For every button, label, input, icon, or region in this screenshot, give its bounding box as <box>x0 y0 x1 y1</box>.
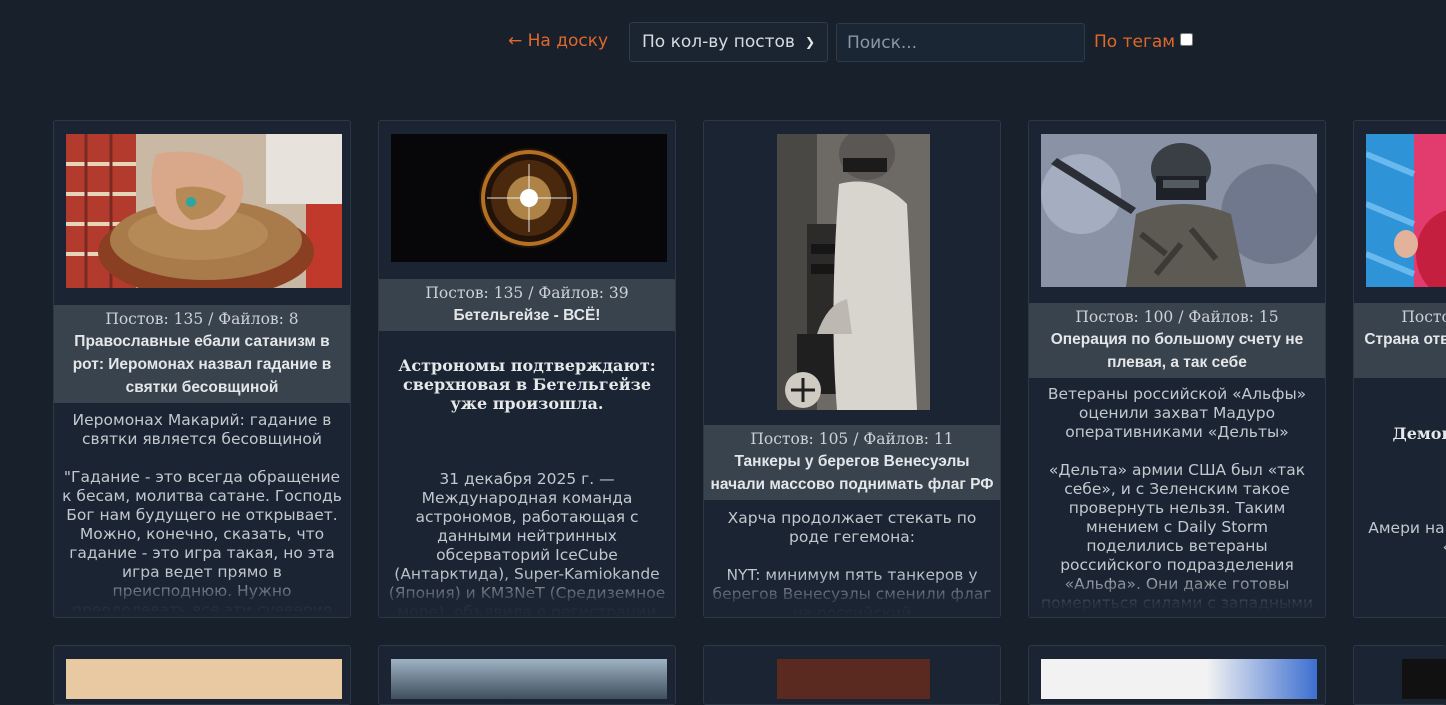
thread-meta: Постов: 135 / Файлов: 39 Бетельгейзе - В… <box>379 279 675 331</box>
news-anchor-image <box>1366 134 1446 287</box>
search-input[interactable] <box>836 23 1085 62</box>
thread-card[interactable] <box>703 645 1001 705</box>
tags-filter-label: По тегам <box>1094 32 1176 52</box>
thread-subject[interactable]: Операция по большому счету не плевая, а … <box>1029 328 1325 378</box>
thread-thumbnail[interactable] <box>1041 134 1317 287</box>
page-title-fragment: ▬ ▬▬ ▬ <box>760 0 1000 4</box>
thread-card[interactable]: Постов: 100 / Файлов: 15 Операция по бол… <box>1028 120 1326 618</box>
thread-thumbnail[interactable] <box>1402 659 1446 699</box>
thread-lead: Астрономы подтверждают: сверхновая в Бет… <box>398 356 656 413</box>
back-to-board-link[interactable]: ← На доску <box>508 31 608 51</box>
thread-card[interactable] <box>1028 645 1326 705</box>
thread-subject[interactable]: Православные ебали сатанизм в рот: Иером… <box>54 330 350 403</box>
thread-counts: Постов: 100 / Файлов: 15 <box>1075 308 1279 326</box>
thread-card[interactable]: Постов: 135 / Файлов: 8 Православные еба… <box>53 120 351 618</box>
text-fade-overlay <box>1029 573 1325 617</box>
sort-select-value: По кол-ву постов <box>642 32 795 52</box>
supernova-image <box>391 134 667 262</box>
text-fade-overlay <box>379 573 675 617</box>
thread-thumbnail[interactable] <box>66 659 342 699</box>
chevron-down-icon: ❯ <box>804 35 815 49</box>
thread-card[interactable] <box>53 645 351 705</box>
text-fade-overlay <box>704 573 1000 617</box>
thread-thumbnail[interactable] <box>1366 134 1446 287</box>
hand-grain-image <box>66 134 342 288</box>
thread-counts: Постов: 105 / Файлов: 11 <box>750 430 954 448</box>
soldier-image <box>1041 134 1317 287</box>
thread-thumbnail[interactable] <box>1041 659 1317 699</box>
thread-meta: Постов: 135 / Файлов: 8 Православные еба… <box>54 305 350 403</box>
thread-card[interactable]: Постов: 135 / Файлов: 39 Бетельгейзе - В… <box>378 120 676 618</box>
text-fade-overlay <box>1354 575 1446 617</box>
tanker-meme-image <box>777 134 930 410</box>
sort-select[interactable]: По кол-ву постов ❯ <box>629 22 828 62</box>
thread-thumbnail[interactable] <box>66 134 342 288</box>
thread-card[interactable]: Постов: 104 / Файлов: 12 Страна ответит … <box>1353 120 1446 618</box>
thread-card[interactable] <box>378 645 676 705</box>
thread-thumbnail[interactable] <box>391 134 667 262</box>
thread-subject[interactable]: Танкеры у берегов Венесуэлы начали массо… <box>704 450 1000 500</box>
thread-meta: Постов: 105 / Файлов: 11 Танкеры у берег… <box>704 425 1000 500</box>
thread-thumbnail[interactable] <box>391 659 667 699</box>
thread-meta: Постов: 100 / Файлов: 15 Операция по бол… <box>1029 303 1325 378</box>
thread-thumbnail[interactable] <box>777 659 930 699</box>
text-fade-overlay <box>54 573 350 617</box>
tags-filter-checkbox[interactable] <box>1180 33 1193 46</box>
thread-subject[interactable]: Страна ответит убийством в случае сд <box>1354 328 1446 378</box>
catalog-controls: ← На доску По кол-ву постов ❯ По тегам <box>0 22 1446 64</box>
thread-card[interactable]: Постов: 105 / Файлов: 11 Танкеры у берег… <box>703 120 1001 618</box>
thread-counts: Постов: 135 / Файлов: 8 <box>105 310 299 328</box>
thread-card[interactable] <box>1353 645 1446 705</box>
thread-meta: Постов: 104 / Файлов: 12 Страна ответит … <box>1354 303 1446 378</box>
thread-counts: Постов: 135 / Файлов: 39 <box>425 284 629 302</box>
thread-body-text: Амери направил дел д предупре «намек спи… <box>1368 519 1446 556</box>
thread-counts: Постов: 104 / Файлов: 12 <box>1401 308 1446 326</box>
thread-thumbnail[interactable] <box>777 134 930 410</box>
thread-lead: Демокр США угро убий Венесуэл <box>1392 424 1446 443</box>
thread-subject[interactable]: Бетельгейзе - ВСЁ! <box>379 304 675 331</box>
